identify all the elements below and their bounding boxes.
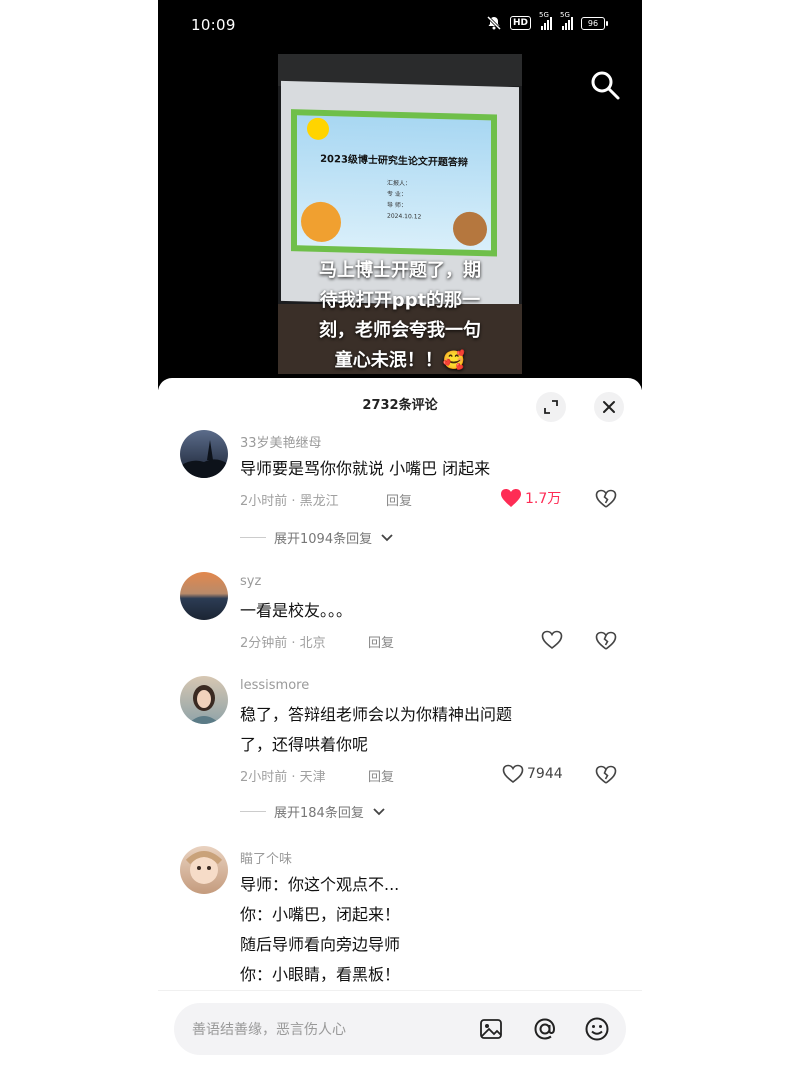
at-icon <box>534 1018 556 1040</box>
video-caption: 马上博士开题了，期 待我打开ppt的那一 刻，老师会夸我一句 童心未泯！！🥰 <box>319 260 481 371</box>
lion-cartoon-icon <box>301 201 341 243</box>
comment-text: 导师要是骂你你就说 小嘴巴 闭起来 <box>240 459 491 478</box>
reply-button[interactable]: 回复 <box>368 632 394 651</box>
broken-heart-icon <box>595 765 617 784</box>
sun-decoration-icon <box>307 117 329 141</box>
comment-input[interactable]: 善语结善缘，恶言伤人心 <box>174 1003 626 1055</box>
battery-level: 96 <box>581 16 605 30</box>
avatar[interactable] <box>180 676 228 724</box>
battery-icon: 96 <box>581 16 608 30</box>
comments-sheet: 2732条评论 33岁美艳继母 导师要是骂你你就说 小嘴巴 闭起来 2小时前 ·… <box>158 378 642 1066</box>
expand-replies-button[interactable]: 展开184条回复 <box>240 802 386 821</box>
comment-text: 导师：你这个观点不... 你：小嘴巴，闭起来！ 随后导师看向旁边导师 你：小眼睛… <box>240 875 401 984</box>
expand-replies-label: 展开1094条回复 <box>274 532 373 547</box>
heart-outline-icon <box>502 764 524 784</box>
phone-screen: 10:09 HD 5G 5G 96 2023级博士研究生论文开题答辩 汇报人： <box>158 0 642 1066</box>
search-button[interactable] <box>588 68 622 102</box>
ppt-slide: 2023级博士研究生论文开题答辩 汇报人： 专 业： 导 师： 2024.10.… <box>291 109 497 257</box>
emoji-button[interactable] <box>584 1016 610 1042</box>
status-bar: 10:09 HD 5G 5G 96 <box>158 0 642 52</box>
comment-meta: 2小时前 · 天津 <box>240 770 326 785</box>
video-player[interactable]: 10:09 HD 5G 5G 96 2023级博士研究生论文开题答辩 汇报人： <box>158 0 642 390</box>
reply-button[interactable]: 回复 <box>368 766 394 785</box>
like-button[interactable]: 7944 <box>502 764 563 784</box>
avatar[interactable] <box>180 430 228 478</box>
comment-username[interactable]: 33岁美艳继母 <box>240 432 322 451</box>
slide-title: 2023级博士研究生论文开题答辩 <box>320 153 468 169</box>
hd-badge: HD <box>509 16 531 30</box>
image-icon <box>480 1019 502 1039</box>
fullscreen-button[interactable] <box>536 392 566 422</box>
comment-username[interactable]: 瞄了个味 <box>240 848 292 867</box>
heart-outline-icon <box>541 630 563 650</box>
dislike-button[interactable] <box>595 765 617 787</box>
reply-button[interactable]: 回复 <box>386 490 412 509</box>
like-button[interactable] <box>541 630 563 650</box>
expand-replies-label: 展开184条回复 <box>274 806 364 821</box>
comment-input-placeholder: 善语结善缘，恶言伤人心 <box>192 1022 346 1038</box>
chevron-down-icon <box>381 533 393 541</box>
comment-text: 一看是校友。。。 <box>240 601 353 620</box>
signal-icon-1: 5G <box>539 11 552 30</box>
slide-fields: 汇报人： 专 业： 导 师： 2024.10.12 <box>387 179 422 221</box>
chevron-down-icon <box>373 807 385 815</box>
close-button[interactable] <box>594 392 624 422</box>
avatar[interactable] <box>180 572 228 620</box>
expand-icon <box>544 400 558 414</box>
dislike-button[interactable] <box>595 489 617 511</box>
comment-username[interactable]: lessismore <box>240 678 309 693</box>
signal-icon-2: 5G <box>560 11 573 30</box>
comment-meta: 2分钟前 · 北京 <box>240 636 326 651</box>
dislike-button[interactable] <box>595 631 617 653</box>
bear-cartoon-icon <box>453 211 487 247</box>
mention-button[interactable] <box>532 1016 558 1042</box>
like-count: 7944 <box>527 766 563 782</box>
video-frame: 2023级博士研究生论文开题答辩 汇报人： 专 业： 导 师： 2024.10.… <box>278 54 522 374</box>
comment-meta: 2小时前 · 黑龙江 <box>240 494 339 509</box>
heart-filled-icon <box>501 489 521 507</box>
mute-bell-icon <box>486 15 502 31</box>
broken-heart-icon <box>595 489 617 508</box>
comment-username[interactable]: syz <box>240 574 261 589</box>
like-button[interactable]: 1.7万 <box>500 488 561 508</box>
close-icon <box>603 401 615 413</box>
like-count: 1.7万 <box>525 491 562 507</box>
status-time: 10:09 <box>191 16 236 34</box>
emoji-icon <box>585 1017 609 1041</box>
broken-heart-icon <box>595 631 617 650</box>
avatar[interactable] <box>180 846 228 894</box>
search-icon <box>591 71 620 100</box>
image-button[interactable] <box>478 1016 504 1042</box>
comment-text: 稳了，答辩组老师会以为你精神出问题 了，还得哄着你呢 <box>240 705 513 754</box>
comments-count-title: 2732条评论 <box>362 398 438 413</box>
comment-input-bar: 善语结善缘，恶言伤人心 <box>158 990 642 1066</box>
expand-replies-button[interactable]: 展开1094条回复 <box>240 528 394 547</box>
